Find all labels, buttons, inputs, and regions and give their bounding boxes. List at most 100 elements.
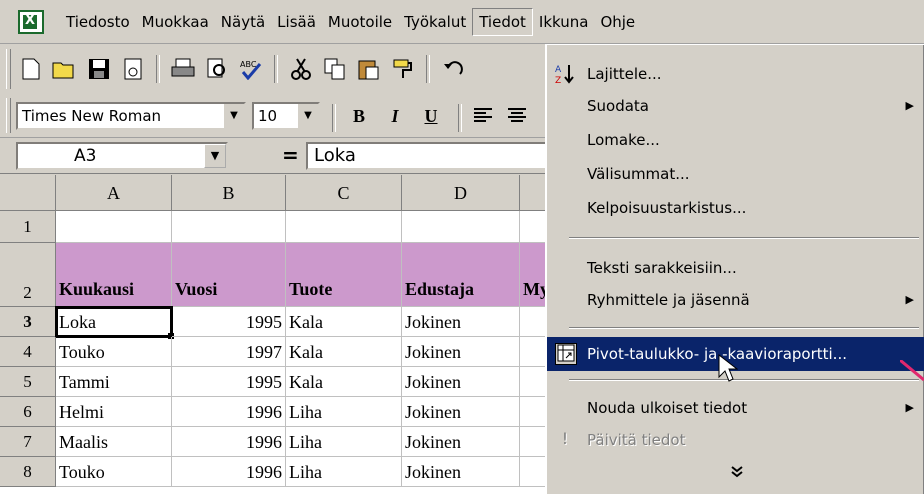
print-icon[interactable] xyxy=(166,53,200,85)
toolbar-grip[interactable] xyxy=(6,49,11,89)
expand-menu-chevron-icon[interactable] xyxy=(547,463,924,482)
cell[interactable]: Jokinen xyxy=(402,337,520,367)
toolbar-grip[interactable] xyxy=(6,98,11,133)
italic-button[interactable]: I xyxy=(378,102,412,130)
cell[interactable]: Kala xyxy=(286,337,402,367)
menu-item-ryhmittele[interactable]: Ryhmittele ja jäsennä ▶ xyxy=(547,283,924,317)
chevron-down-icon[interactable]: ▼ xyxy=(223,104,244,128)
menu-item-valisummat[interactable]: Välisummat... xyxy=(547,157,924,191)
menu-muotoile[interactable]: Muotoile xyxy=(322,9,398,35)
menu-ikkuna[interactable]: Ikkuna xyxy=(533,9,595,35)
column-header-b[interactable]: B xyxy=(172,175,286,211)
cell[interactable] xyxy=(286,211,402,243)
menu-ohje[interactable]: Ohje xyxy=(594,9,641,35)
column-header-c[interactable]: C xyxy=(286,175,402,211)
menu-item-label: Suodata xyxy=(587,97,649,115)
cell[interactable]: Liha xyxy=(286,457,402,487)
cell[interactable] xyxy=(172,211,286,243)
equals-sign[interactable]: = xyxy=(282,143,299,167)
cell[interactable]: Kala xyxy=(286,367,402,397)
row-header[interactable]: 5 xyxy=(0,367,56,397)
undo-icon[interactable] xyxy=(436,53,470,85)
cell[interactable]: Liha xyxy=(286,427,402,457)
cell[interactable]: 1995 xyxy=(172,367,286,397)
select-all-corner[interactable] xyxy=(0,175,56,211)
open-icon[interactable] xyxy=(48,53,82,85)
row-header[interactable]: 6 xyxy=(0,397,56,427)
menu-tyokalut[interactable]: Työkalut xyxy=(398,9,472,35)
cell[interactable]: 1996 xyxy=(172,427,286,457)
cell[interactable]: Jokinen xyxy=(402,397,520,427)
header-cell[interactable]: Kuukausi xyxy=(56,243,172,307)
font-select[interactable]: Times New Roman ▼ xyxy=(16,102,246,130)
copy-icon[interactable] xyxy=(318,53,352,85)
column-header-d[interactable]: D xyxy=(402,175,520,211)
annotation-pointer-line xyxy=(900,360,924,382)
row-header[interactable]: 3 xyxy=(0,307,56,337)
save-icon[interactable] xyxy=(82,53,116,85)
cell[interactable]: Helmi xyxy=(56,397,172,427)
cut-icon[interactable] xyxy=(284,53,318,85)
align-left-icon[interactable] xyxy=(466,102,500,130)
menu-item-lajittele[interactable]: AZ Lajittele... xyxy=(547,57,924,91)
format-painter-icon[interactable] xyxy=(386,53,420,85)
header-cell[interactable]: Tuote xyxy=(286,243,402,307)
menu-item-kelpoisuustarkistus[interactable]: Kelpoisuustarkistus... xyxy=(547,191,924,225)
pivot-icon xyxy=(555,343,577,365)
tiedot-menu: AZ Lajittele... Suodata ▶ Lomake... Väli… xyxy=(545,44,924,494)
chevron-down-icon[interactable]: ▼ xyxy=(297,104,318,128)
permission-icon[interactable] xyxy=(116,53,150,85)
menu-lisaa[interactable]: Lisää xyxy=(271,9,322,35)
active-cell[interactable]: Loka xyxy=(55,306,173,338)
menu-tiedosto[interactable]: Tiedosto xyxy=(60,9,136,35)
cell[interactable]: Kala xyxy=(286,307,402,337)
cell[interactable]: Jokinen xyxy=(402,367,520,397)
cell[interactable]: 1996 xyxy=(172,457,286,487)
header-cell[interactable]: Edustaja xyxy=(402,243,520,307)
cell[interactable]: Touko xyxy=(56,457,172,487)
menu-item-paivita[interactable]: ! Päivitä tiedot xyxy=(547,423,924,457)
submenu-arrow-icon: ▶ xyxy=(905,401,914,414)
cell[interactable]: Maalis xyxy=(56,427,172,457)
toolbar-separator xyxy=(332,104,336,132)
cell[interactable]: Jokinen xyxy=(402,307,520,337)
row-header[interactable]: 7 xyxy=(0,427,56,457)
align-center-icon[interactable] xyxy=(500,102,534,130)
menu-item-teksti-sarakkeisiin[interactable]: Teksti sarakkeisiin... xyxy=(547,251,924,285)
underline-button[interactable]: U xyxy=(414,102,448,130)
menu-tiedot[interactable]: Tiedot xyxy=(472,8,533,36)
row-header[interactable]: 4 xyxy=(0,337,56,367)
cell[interactable]: Jokinen xyxy=(402,427,520,457)
cell[interactable] xyxy=(402,211,520,243)
font-select-value: Times New Roman xyxy=(22,107,162,125)
cell[interactable]: Liha xyxy=(286,397,402,427)
name-box-value: A3 xyxy=(74,146,97,166)
menu-nayta[interactable]: Näytä xyxy=(215,9,271,35)
cell[interactable]: 1997 xyxy=(172,337,286,367)
name-box[interactable]: A3 ▼ xyxy=(16,142,228,170)
font-size-select[interactable]: 10 ▼ xyxy=(252,102,320,130)
cell[interactable]: 1996 xyxy=(172,397,286,427)
sort-icon: AZ xyxy=(555,63,575,86)
row-header[interactable]: 8 xyxy=(0,457,56,487)
menu-muokkaa[interactable]: Muokkaa xyxy=(136,9,215,35)
cell[interactable]: 1995 xyxy=(172,307,286,337)
chevron-down-icon[interactable]: ▼ xyxy=(204,144,226,168)
menu-item-lomake[interactable]: Lomake... xyxy=(547,123,924,157)
header-cell[interactable]: Vuosi xyxy=(172,243,286,307)
row-header[interactable]: 1 xyxy=(0,211,56,243)
bold-button[interactable]: B xyxy=(342,102,376,130)
cell[interactable] xyxy=(56,211,172,243)
cell[interactable]: Jokinen xyxy=(402,457,520,487)
row-header[interactable]: 2 xyxy=(0,243,56,307)
paste-icon[interactable] xyxy=(352,53,386,85)
cell[interactable]: Tammi xyxy=(56,367,172,397)
spelling-icon[interactable]: ABC xyxy=(234,53,268,85)
excel-sheet-icon[interactable] xyxy=(18,10,44,34)
menu-item-nouda[interactable]: Nouda ulkoiset tiedot ▶ xyxy=(547,391,924,425)
menu-item-suodata[interactable]: Suodata ▶ xyxy=(547,89,924,123)
cell[interactable]: Touko xyxy=(56,337,172,367)
print-preview-icon[interactable] xyxy=(200,53,234,85)
column-header-a[interactable]: A xyxy=(56,175,172,211)
new-icon[interactable] xyxy=(14,53,48,85)
